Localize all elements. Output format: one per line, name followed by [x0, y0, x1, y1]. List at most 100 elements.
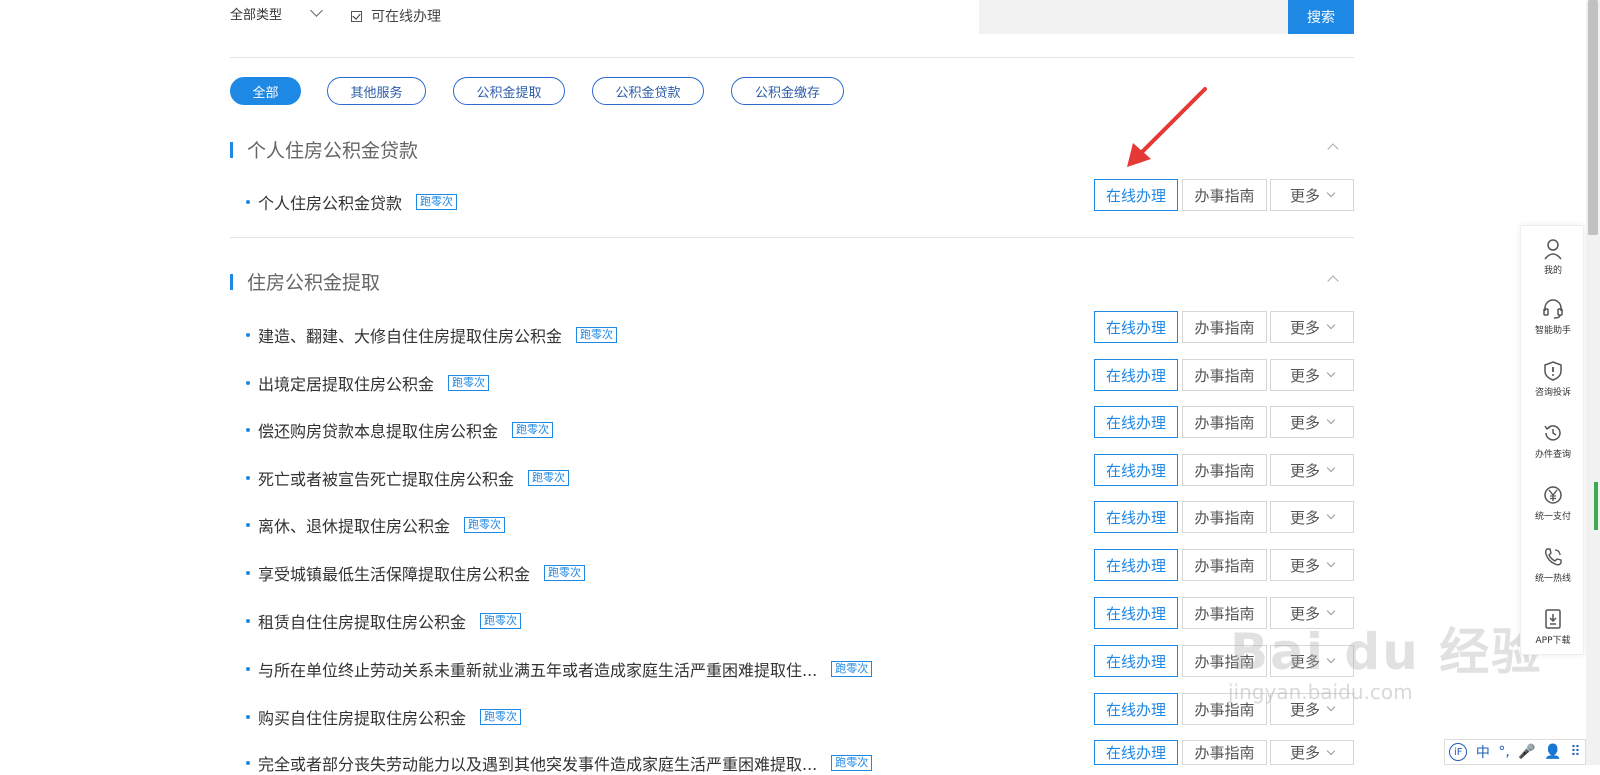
tab-all[interactable]: 全部	[230, 77, 301, 105]
chevron-down-icon	[1326, 463, 1336, 473]
online-handle-button[interactable]: 在线办理	[1094, 501, 1178, 533]
guide-button[interactable]: 办事指南	[1182, 359, 1267, 391]
collapse-caret-icon[interactable]	[1327, 275, 1339, 287]
list-item[interactable]: 与所在单位终止劳动关系未重新就业满五年或者造成家庭生活严重困难提取住... 跑零次	[246, 657, 873, 681]
zero-trip-badge: 跑零次	[416, 194, 458, 210]
headset-icon	[1543, 299, 1563, 319]
item-name[interactable]: 租赁自住住房提取住房公积金	[258, 609, 466, 633]
sidebar-item-mine[interactable]: 我的	[1521, 238, 1585, 276]
sidebar-item-app-download[interactable]: APP下载	[1521, 608, 1585, 646]
more-label: 更多	[1289, 556, 1320, 575]
collapse-caret-icon[interactable]	[1327, 143, 1339, 155]
online-handle-button[interactable]: 在线办理	[1094, 597, 1178, 629]
online-handle-button[interactable]: 在线办理	[1094, 454, 1178, 486]
zero-trip-badge: 跑零次	[528, 470, 570, 486]
tab-fund-withdrawal[interactable]: 公积金提取	[453, 77, 565, 105]
search-button[interactable]: 搜索	[1288, 0, 1354, 34]
item-name[interactable]: 出境定居提取住房公积金	[258, 371, 434, 395]
ime-mic-icon[interactable]: 🎤	[1518, 744, 1535, 760]
list-item[interactable]: 建造、翻建、大修自住住房提取住房公积金 跑零次	[246, 323, 618, 347]
ime-grid-icon[interactable]: ⠿	[1570, 744, 1580, 760]
sidebar-label: 智能助手	[1534, 326, 1571, 336]
sidebar-item-assistant[interactable]: 智能助手	[1521, 298, 1585, 336]
item-name[interactable]: 死亡或者被宣告死亡提取住房公积金	[258, 466, 514, 490]
item-name[interactable]: 建造、翻建、大修自住住房提取住房公积金	[258, 323, 562, 347]
divider	[230, 237, 1354, 238]
guide-button[interactable]: 办事指南	[1182, 406, 1267, 438]
zero-trip-badge: 跑零次	[448, 375, 490, 391]
item-name[interactable]: 购买自住住房提取住房公积金	[258, 705, 466, 729]
checkbox-checked-icon[interactable]	[351, 10, 362, 22]
online-handle-button[interactable]: 在线办理	[1094, 693, 1178, 725]
sidebar-item-query[interactable]: 办件查询	[1521, 422, 1585, 460]
chevron-down-icon	[1326, 415, 1336, 425]
list-item[interactable]: 完全或者部分丧失劳动能力以及遇到其他突发事件造成家庭生活严重困难提取... 跑零次	[246, 751, 873, 775]
more-button[interactable]: 更多	[1270, 406, 1354, 438]
search-input[interactable]	[979, 0, 1288, 34]
online-handle-button[interactable]: 在线办理	[1094, 179, 1178, 211]
list-item[interactable]: 死亡或者被宣告死亡提取住房公积金 跑零次	[246, 466, 570, 490]
guide-button[interactable]: 办事指南	[1182, 740, 1267, 765]
bullet-dot	[246, 619, 250, 623]
item-name[interactable]: 偿还购房贷款本息提取住房公积金	[258, 418, 498, 442]
sidebar-item-hotline[interactable]: 统一热线	[1521, 546, 1585, 584]
online-handle-button[interactable]: 在线办理	[1094, 740, 1178, 765]
bullet-dot	[246, 761, 250, 765]
list-item[interactable]: 享受城镇最低生活保障提取住房公积金 跑零次	[246, 561, 586, 585]
item-name[interactable]: 离休、退休提取住房公积金	[258, 513, 450, 537]
more-button[interactable]: 更多	[1270, 740, 1354, 765]
bullet-dot	[246, 667, 250, 671]
guide-button[interactable]: 办事指南	[1182, 179, 1267, 211]
list-item[interactable]: 偿还购房贷款本息提取住房公积金 跑零次	[246, 418, 554, 442]
more-button[interactable]: 更多	[1270, 501, 1354, 533]
ime-chinese-toggle[interactable]: 中	[1476, 742, 1490, 762]
list-item[interactable]: 购买自住住房提取住房公积金 跑零次	[246, 705, 522, 729]
ime-logo-icon[interactable]: iF	[1449, 743, 1468, 761]
more-button[interactable]: 更多	[1270, 179, 1354, 211]
red-arrow-annotation	[1127, 87, 1207, 167]
online-handle-button[interactable]: 在线办理	[1094, 359, 1178, 391]
type-select[interactable]: 全部类型	[230, 4, 323, 23]
item-name[interactable]: 与所在单位终止劳动关系未重新就业满五年或者造成家庭生活严重困难提取住...	[258, 657, 817, 681]
sidebar-item-payment[interactable]: 统一支付	[1521, 484, 1585, 522]
more-button[interactable]: 更多	[1270, 549, 1354, 581]
tab-fund-loan[interactable]: 公积金贷款	[592, 77, 704, 105]
online-only-checkbox[interactable]: 可在线办理	[351, 6, 441, 26]
list-item[interactable]: 个人住房公积金贷款 跑零次	[246, 190, 458, 214]
online-handle-button[interactable]: 在线办理	[1094, 406, 1178, 438]
tab-fund-deposit[interactable]: 公积金缴存	[731, 77, 844, 105]
online-handle-button[interactable]: 在线办理	[1094, 549, 1178, 581]
zero-trip-badge: 跑零次	[831, 755, 873, 771]
type-select-label: 全部类型	[230, 8, 283, 23]
chevron-down-icon	[1326, 368, 1336, 378]
guide-button[interactable]: 办事指南	[1182, 549, 1267, 581]
guide-button[interactable]: 办事指南	[1182, 501, 1267, 533]
more-button[interactable]: 更多	[1270, 454, 1354, 486]
sidebar-item-complaint[interactable]: 咨询投诉	[1521, 360, 1585, 398]
section-title: 个人住房公积金贷款	[247, 140, 419, 162]
ime-toolbar: iF 中 °, 🎤 👤 ⠿	[1444, 739, 1586, 765]
zero-trip-badge: 跑零次	[831, 661, 873, 677]
list-item[interactable]: 租赁自住住房提取住房公积金 跑零次	[246, 609, 522, 633]
sidebar-label: APP下载	[1535, 636, 1571, 646]
ime-punct-toggle[interactable]: °,	[1498, 744, 1509, 760]
item-name[interactable]: 享受城镇最低生活保障提取住房公积金	[258, 561, 530, 585]
online-handle-button[interactable]: 在线办理	[1094, 311, 1178, 343]
chevron-down-icon	[310, 4, 323, 17]
more-button[interactable]: 更多	[1270, 359, 1354, 391]
floating-sidebar: 我的 智能助手 咨询投诉 办件查询 统一支付 统一热线 APP下载	[1520, 225, 1584, 655]
more-button[interactable]: 更多	[1270, 311, 1354, 343]
tab-other-services[interactable]: 其他服务	[327, 77, 426, 105]
online-handle-button[interactable]: 在线办理	[1094, 645, 1178, 677]
list-item[interactable]: 离休、退休提取住房公积金 跑零次	[246, 513, 506, 537]
chevron-down-icon	[1326, 746, 1336, 755]
section-header-loan: 个人住房公积金贷款	[230, 136, 418, 163]
ime-user-icon[interactable]: 👤	[1544, 744, 1561, 760]
item-name[interactable]: 个人住房公积金贷款	[258, 190, 402, 214]
item-name[interactable]: 完全或者部分丧失劳动能力以及遇到其他突发事件造成家庭生活严重困难提取...	[258, 751, 817, 775]
guide-button[interactable]: 办事指南	[1182, 454, 1267, 486]
guide-button[interactable]: 办事指南	[1182, 311, 1267, 343]
sidebar-label: 统一热线	[1534, 574, 1571, 584]
list-item[interactable]: 出境定居提取住房公积金 跑零次	[246, 371, 490, 395]
scrollbar-thumb[interactable]	[1588, 0, 1598, 235]
